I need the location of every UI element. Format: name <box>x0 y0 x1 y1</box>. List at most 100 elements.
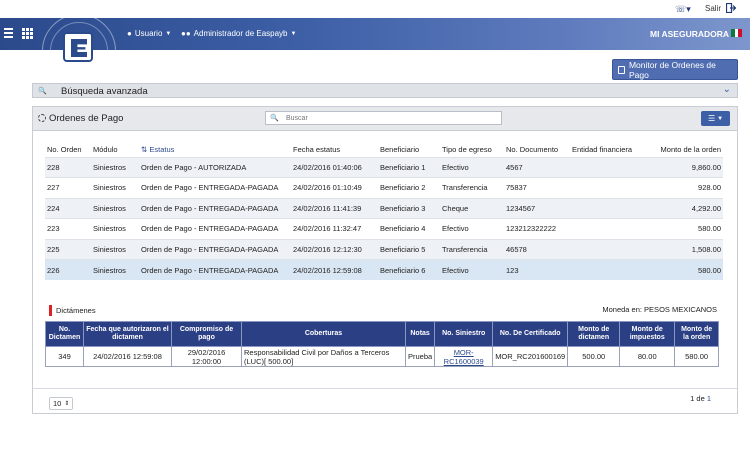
col-no-documento[interactable]: No. Documento <box>504 143 570 157</box>
cell-fecha: 24/02/2016 12:12:30 <box>291 238 378 260</box>
cell-entidad <box>570 218 650 239</box>
dict-col-siniestro: No. Siniestro <box>434 321 494 347</box>
cell-documento: 1234567 <box>504 197 570 219</box>
table-row[interactable]: 226 Siniestros Orden de Pago - ENTREGADA-P… <box>45 259 723 280</box>
cell-fecha: 24/02/2016 01:40:06 <box>291 156 378 178</box>
phone-icon[interactable]: ☏▾ <box>675 4 691 15</box>
user-menu-label: Usuario <box>134 29 163 38</box>
dict-cell-certificado: MOR_RC201600169 <box>492 346 569 367</box>
dict-cell-siniestro-link[interactable]: MOR-RC1600039 <box>434 346 494 367</box>
dict-header-row: No. Dictamen Fecha que autorizaron el di… <box>45 321 719 347</box>
cell-modulo: Siniestros <box>91 238 139 260</box>
page-size-select[interactable]: 10 ⇕ <box>49 397 73 410</box>
table-header-row: No. Orden Módulo ⇅ Estatus Fecha estatus… <box>45 143 723 157</box>
col-entidad-financiera[interactable]: Entidad financiera <box>570 143 650 157</box>
col-beneficiario[interactable]: Beneficiario <box>378 143 440 157</box>
brand-name: MI ASEGURADORA <box>650 29 730 39</box>
cell-monto: 580.00 <box>650 218 723 239</box>
cell-fecha: 24/02/2016 01:10:49 <box>291 177 378 198</box>
dict-row: 349 24/02/2016 12:59:08 29/02/2016 12:00… <box>45 346 719 367</box>
table-row[interactable]: 228 Siniestros Orden de Pago - AUTORIZADA 2… <box>45 156 723 178</box>
table-row[interactable]: 224 Siniestros Orden de Pago - ENTREGADA-P… <box>45 197 723 219</box>
table-row[interactable]: 223 Siniestros Orden de Pago - ENTREGADA-P… <box>45 218 723 239</box>
dict-col-no-dictamen: No. Dictamen <box>45 321 84 347</box>
salir-link[interactable]: Salir <box>705 4 721 13</box>
cell-orden: 225 <box>45 238 91 260</box>
cell-estatus: Orden de Pago - ENTREGADA-PAGADA <box>139 259 291 280</box>
cell-beneficiario: Beneficiario 6 <box>378 259 440 280</box>
cell-orden: 228 <box>45 156 91 178</box>
exit-icon[interactable] <box>726 3 736 13</box>
cell-fecha: 24/02/2016 11:32:47 <box>291 218 378 239</box>
col-fecha-estatus[interactable]: Fecha estatus <box>291 143 378 157</box>
cell-orden: 227 <box>45 177 91 198</box>
monitor-ordenes-button[interactable]: Monitor de Ordenes de Pago <box>612 59 738 80</box>
dict-col-fecha: Fecha que autorizaron el dictamen <box>83 321 172 347</box>
cell-beneficiario: Beneficiario 2 <box>378 177 440 198</box>
chevron-down-icon: ▼ <box>165 30 172 37</box>
col-no-orden[interactable]: No. Orden <box>45 143 91 157</box>
cell-fecha: 24/02/2016 12:59:08 <box>291 259 378 280</box>
cell-orden: 226 <box>45 259 91 280</box>
cell-estatus: Orden de Pago - ENTREGADA-PAGADA <box>139 177 291 198</box>
cell-tipo: Transferencia <box>440 177 504 198</box>
dict-col-monto-impuestos: Monto de impuestos <box>619 321 676 347</box>
cell-monto: 9,860.00 <box>650 156 723 178</box>
admin-menu[interactable]: ●● Administrador de Easpayb ▼ <box>181 29 296 38</box>
cell-entidad <box>570 156 650 178</box>
advanced-search-bar[interactable]: 🔍 Búsqueda avanzada ⌄ <box>32 83 738 98</box>
col-modulo[interactable]: Módulo <box>91 143 139 157</box>
cell-beneficiario: Beneficiario 3 <box>378 197 440 219</box>
dict-cell-fecha: 24/02/2016 12:59:08 <box>83 346 172 367</box>
cell-monto: 1,508.00 <box>650 238 723 260</box>
col-monto-orden[interactable]: Monto de la orden <box>650 143 723 157</box>
cell-orden: 224 <box>45 197 91 219</box>
dictamenes-label: Dictámenes <box>49 305 96 316</box>
chevron-down-icon[interactable]: ⌄ <box>723 84 731 95</box>
col-estatus-label: Estatus <box>149 145 175 155</box>
cell-beneficiario: Beneficiario 5 <box>378 238 440 260</box>
cell-tipo: Cheque <box>440 197 504 219</box>
cell-entidad <box>570 259 650 280</box>
dict-col-coberturas: Coberturas <box>241 321 406 347</box>
apps-grid-icon[interactable] <box>22 28 33 39</box>
dict-cell-compromiso: 29/02/2016 12:00:00 <box>171 346 242 367</box>
footer-divider <box>33 388 737 389</box>
app-logo[interactable] <box>63 32 93 62</box>
dictamenes-title: Dictámenes <box>56 306 96 315</box>
user-menu[interactable]: ● Usuario ▼ <box>127 29 171 38</box>
advanced-search-title: Búsqueda avanzada <box>61 86 148 97</box>
pager-total-link[interactable]: 1 <box>707 394 711 403</box>
cell-documento: 4567 <box>504 156 570 178</box>
hamburger-menu-icon[interactable] <box>4 28 13 38</box>
search-input[interactable] <box>286 113 486 123</box>
loading-icon <box>38 114 46 122</box>
cell-beneficiario: Beneficiario 4 <box>378 218 440 239</box>
pager-prefix: 1 de <box>690 394 707 403</box>
dict-cell-notas: Prueba <box>404 346 436 367</box>
chevron-down-icon: ▼ <box>290 30 297 37</box>
cell-estatus: Orden de Pago - ENTREGADA-PAGADA <box>139 238 291 260</box>
search-icon: 🔍 <box>38 88 47 95</box>
table-row[interactable]: 227 Siniestros Orden de Pago - ENTREGADA-P… <box>45 177 723 198</box>
col-tipo-egreso[interactable]: Tipo de egreso <box>440 143 504 157</box>
cell-estatus: Orden de Pago - AUTORIZADA <box>139 156 291 178</box>
cell-entidad <box>570 238 650 260</box>
cell-monto: 580.00 <box>650 259 723 280</box>
cell-documento: 123 <box>504 259 570 280</box>
options-menu-button[interactable]: ☰ ▼ <box>701 111 730 126</box>
list-icon: ☰ <box>707 114 716 123</box>
cell-modulo: Siniestros <box>91 197 139 219</box>
dict-col-monto-dictamen: Monto de dictamen <box>567 321 621 347</box>
dict-cell-monto-orden: 580.00 <box>674 346 719 367</box>
col-estatus[interactable]: ⇅ Estatus <box>139 143 291 157</box>
users-icon: ●● <box>181 29 191 38</box>
cell-tipo: Efectivo <box>440 218 504 239</box>
cell-tipo: Efectivo <box>440 259 504 280</box>
dictamenes-table: No. Dictamen Fecha que autorizaron el di… <box>45 321 719 367</box>
search-box[interactable]: 🔍 <box>265 111 502 125</box>
table-row[interactable]: 225 Siniestros Orden de Pago - ENTREGADA-P… <box>45 238 723 260</box>
dict-col-compromiso: Compromiso de pago <box>171 321 242 347</box>
cell-monto: 928.00 <box>650 177 723 198</box>
panel-title: Ordenes de Pago <box>49 113 124 124</box>
